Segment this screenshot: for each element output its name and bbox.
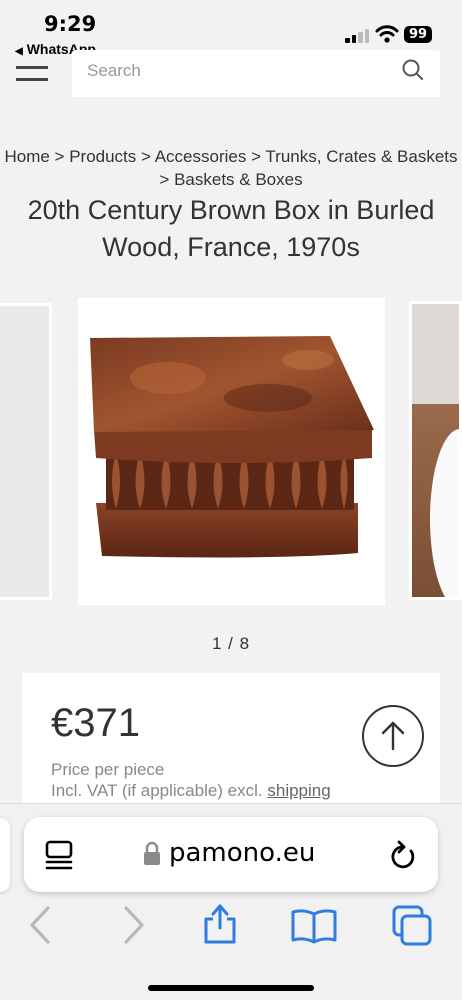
cellular-signal-icon bbox=[345, 27, 371, 43]
gallery-pager: 1 / 8 bbox=[211, 634, 251, 653]
bookmarks-icon[interactable] bbox=[290, 908, 338, 944]
vat-label: Incl. VAT (if applicable) excl. bbox=[51, 781, 263, 800]
url-text[interactable]: pamono.eu bbox=[169, 838, 315, 868]
lock-icon bbox=[144, 841, 160, 865]
price-per-label: Price per piece bbox=[51, 760, 165, 779]
wifi-icon bbox=[375, 25, 399, 43]
price-amount: €371 bbox=[51, 701, 140, 745]
reader-icon[interactable] bbox=[44, 839, 76, 871]
search-placeholder: Search bbox=[87, 61, 141, 80]
back-icon[interactable] bbox=[26, 904, 56, 946]
previous-tab-edge[interactable] bbox=[0, 818, 10, 892]
tabs-icon[interactable] bbox=[390, 904, 436, 948]
search-input[interactable]: Search bbox=[72, 50, 440, 97]
product-image[interactable] bbox=[78, 298, 385, 605]
forward-icon[interactable] bbox=[118, 904, 148, 946]
previous-image-thumbnail[interactable] bbox=[0, 303, 52, 600]
address-bar[interactable]: pamono.eu bbox=[24, 817, 438, 892]
status-time: 9:29 bbox=[44, 12, 97, 36]
breadcrumb[interactable]: Home > Products > Accessories > Trunks, … bbox=[0, 145, 462, 191]
price-note: Price per piece Incl. VAT (if applicable… bbox=[51, 759, 331, 801]
site-header: Search bbox=[0, 50, 462, 110]
shipping-link[interactable]: shipping bbox=[267, 781, 330, 800]
reload-icon[interactable] bbox=[388, 839, 418, 871]
battery-indicator: 99 bbox=[404, 26, 433, 43]
share-icon[interactable] bbox=[200, 900, 240, 946]
price-card: €371 Price per piece Incl. VAT (if appli… bbox=[22, 673, 440, 813]
scroll-to-top-button[interactable] bbox=[362, 705, 424, 767]
arrow-up-icon bbox=[381, 721, 405, 751]
home-indicator bbox=[148, 985, 314, 991]
hamburger-icon[interactable] bbox=[16, 66, 48, 86]
next-image-thumbnail[interactable] bbox=[409, 301, 462, 600]
burled-wood-box-image bbox=[90, 336, 374, 558]
product-title: 20th Century Brown Box in Burled Wood, F… bbox=[27, 195, 435, 262]
image-gallery[interactable] bbox=[0, 298, 462, 605]
search-icon[interactable] bbox=[400, 58, 426, 84]
browser-toolbar: pamono.eu bbox=[0, 803, 462, 1000]
